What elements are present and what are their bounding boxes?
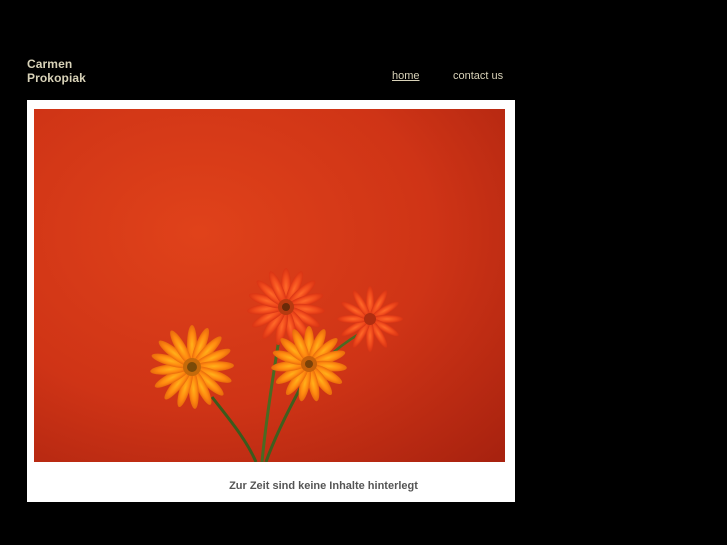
flower-photo-image [34,109,505,462]
flower-photo [34,109,505,462]
empty-content-notice: Zur Zeit sind keine Inhalte hinterlegt [229,480,418,492]
nav-link-contact[interactable]: contact us [453,70,503,83]
page: Carmen Prokopiak home contact us Zur Zei… [0,0,727,545]
site-logo[interactable]: Carmen Prokopiak [27,57,147,91]
nav-link-home[interactable]: home [392,70,420,83]
site-name-line1: Carmen [27,57,73,71]
content-card: Zur Zeit sind keine Inhalte hinterlegt [27,100,515,502]
site-name-line2: Prokopiak [27,71,86,85]
